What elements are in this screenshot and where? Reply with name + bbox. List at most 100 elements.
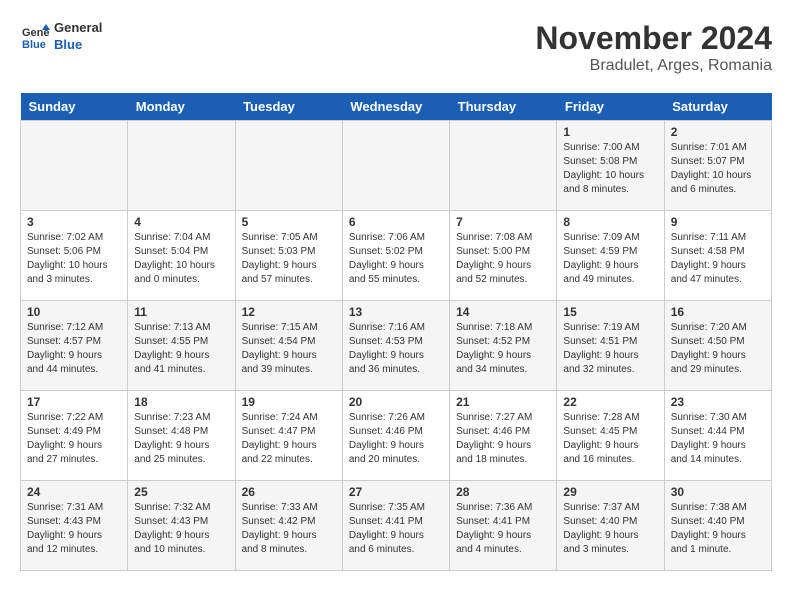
day-number: 14 — [456, 305, 550, 319]
day-number: 29 — [563, 485, 657, 499]
day-number: 17 — [27, 395, 121, 409]
calendar-cell — [342, 121, 449, 211]
calendar-cell: 25 Sunrise: 7:32 AM Sunset: 4:43 PM Dayli… — [128, 481, 235, 571]
calendar-cell: 18 Sunrise: 7:23 AM Sunset: 4:48 PM Dayli… — [128, 391, 235, 481]
day-info: Sunrise: 7:37 AM Sunset: 4:40 PM Dayligh… — [563, 501, 657, 557]
day-info: Sunrise: 7:22 AM Sunset: 4:49 PM Dayligh… — [27, 411, 121, 467]
header-day-sunday: Sunday — [21, 93, 128, 121]
day-info: Sunrise: 7:06 AM Sunset: 5:02 PM Dayligh… — [349, 231, 443, 287]
calendar-cell: 23 Sunrise: 7:30 AM Sunset: 4:44 PM Dayli… — [664, 391, 771, 481]
calendar-cell: 8 Sunrise: 7:09 AM Sunset: 4:59 PM Daylig… — [557, 211, 664, 301]
day-info: Sunrise: 7:26 AM Sunset: 4:46 PM Dayligh… — [349, 411, 443, 467]
day-number: 2 — [671, 125, 765, 139]
day-info: Sunrise: 7:27 AM Sunset: 4:46 PM Dayligh… — [456, 411, 550, 467]
day-number: 25 — [134, 485, 228, 499]
day-info: Sunrise: 7:24 AM Sunset: 4:47 PM Dayligh… — [242, 411, 336, 467]
day-info: Sunrise: 7:11 AM Sunset: 4:58 PM Dayligh… — [671, 231, 765, 287]
day-number: 3 — [27, 215, 121, 229]
week-row-1: 3Sunrise: 7:02 AM Sunset: 5:06 PM Daylig… — [21, 211, 772, 301]
day-number: 1 — [563, 125, 657, 139]
day-number: 27 — [349, 485, 443, 499]
day-info: Sunrise: 7:38 AM Sunset: 4:40 PM Dayligh… — [671, 501, 765, 557]
day-number: 26 — [242, 485, 336, 499]
calendar-cell: 3Sunrise: 7:02 AM Sunset: 5:06 PM Daylig… — [21, 211, 128, 301]
week-row-2: 10 Sunrise: 7:12 AM Sunset: 4:57 PM Dayli… — [21, 301, 772, 391]
day-info: Sunrise: 7:18 AM Sunset: 4:52 PM Dayligh… — [456, 321, 550, 377]
calendar-cell: 13 Sunrise: 7:16 AM Sunset: 4:53 PM Dayli… — [342, 301, 449, 391]
day-number: 18 — [134, 395, 228, 409]
calendar-cell: 26Sunrise: 7:33 AM Sunset: 4:42 PM Dayli… — [235, 481, 342, 571]
week-row-3: 17 Sunrise: 7:22 AM Sunset: 4:49 PM Dayli… — [21, 391, 772, 481]
calendar-cell: 4 Sunrise: 7:04 AM Sunset: 5:04 PM Daylig… — [128, 211, 235, 301]
day-info: Sunrise: 7:16 AM Sunset: 4:53 PM Dayligh… — [349, 321, 443, 377]
calendar-cell: 20 Sunrise: 7:26 AM Sunset: 4:46 PM Dayli… — [342, 391, 449, 481]
week-row-0: 1Sunrise: 7:00 AM Sunset: 5:08 PM Daylig… — [21, 121, 772, 211]
day-number: 5 — [242, 215, 336, 229]
day-info: Sunrise: 7:23 AM Sunset: 4:48 PM Dayligh… — [134, 411, 228, 467]
calendar-cell: 2Sunrise: 7:01 AM Sunset: 5:07 PM Daylig… — [664, 121, 771, 211]
day-number: 8 — [563, 215, 657, 229]
calendar-cell: 19 Sunrise: 7:24 AM Sunset: 4:47 PM Dayli… — [235, 391, 342, 481]
day-number: 11 — [134, 305, 228, 319]
day-number: 13 — [349, 305, 443, 319]
day-number: 21 — [456, 395, 550, 409]
day-number: 7 — [456, 215, 550, 229]
calendar-cell — [21, 121, 128, 211]
day-info: Sunrise: 7:12 AM Sunset: 4:57 PM Dayligh… — [27, 321, 121, 377]
header-row: SundayMondayTuesdayWednesdayThursdayFrid… — [21, 93, 772, 121]
day-info: Sunrise: 7:36 AM Sunset: 4:41 PM Dayligh… — [456, 501, 550, 557]
day-number: 23 — [671, 395, 765, 409]
calendar-cell: 24Sunrise: 7:31 AM Sunset: 4:43 PM Dayli… — [21, 481, 128, 571]
calendar-cell: 12Sunrise: 7:15 AM Sunset: 4:54 PM Dayli… — [235, 301, 342, 391]
day-info: Sunrise: 7:19 AM Sunset: 4:51 PM Dayligh… — [563, 321, 657, 377]
day-number: 28 — [456, 485, 550, 499]
header-day-saturday: Saturday — [664, 93, 771, 121]
calendar-cell: 27Sunrise: 7:35 AM Sunset: 4:41 PM Dayli… — [342, 481, 449, 571]
logo-line1: General — [54, 20, 102, 35]
calendar-cell: 14 Sunrise: 7:18 AM Sunset: 4:52 PM Dayli… — [450, 301, 557, 391]
calendar-cell: 30 Sunrise: 7:38 AM Sunset: 4:40 PM Dayli… — [664, 481, 771, 571]
day-info: Sunrise: 7:30 AM Sunset: 4:44 PM Dayligh… — [671, 411, 765, 467]
calendar-cell — [450, 121, 557, 211]
day-number: 15 — [563, 305, 657, 319]
logo-icon: General Blue — [20, 22, 50, 52]
calendar-cell: 9 Sunrise: 7:11 AM Sunset: 4:58 PM Daylig… — [664, 211, 771, 301]
day-number: 16 — [671, 305, 765, 319]
logo: General Blue General Blue — [20, 20, 102, 54]
header-day-thursday: Thursday — [450, 93, 557, 121]
calendar-cell: 29 Sunrise: 7:37 AM Sunset: 4:40 PM Dayli… — [557, 481, 664, 571]
calendar-cell: 17 Sunrise: 7:22 AM Sunset: 4:49 PM Dayli… — [21, 391, 128, 481]
calendar-cell: 11Sunrise: 7:13 AM Sunset: 4:55 PM Dayli… — [128, 301, 235, 391]
day-info: Sunrise: 7:15 AM Sunset: 4:54 PM Dayligh… — [242, 321, 336, 377]
calendar-cell: 22 Sunrise: 7:28 AM Sunset: 4:45 PM Dayli… — [557, 391, 664, 481]
calendar-cell: 1Sunrise: 7:00 AM Sunset: 5:08 PM Daylig… — [557, 121, 664, 211]
day-info: Sunrise: 7:28 AM Sunset: 4:45 PM Dayligh… — [563, 411, 657, 467]
week-row-4: 24Sunrise: 7:31 AM Sunset: 4:43 PM Dayli… — [21, 481, 772, 571]
day-number: 22 — [563, 395, 657, 409]
calendar-cell: 21 Sunrise: 7:27 AM Sunset: 4:46 PM Dayli… — [450, 391, 557, 481]
day-number: 9 — [671, 215, 765, 229]
calendar-table: SundayMondayTuesdayWednesdayThursdayFrid… — [20, 93, 772, 571]
calendar-cell: 5 Sunrise: 7:05 AM Sunset: 5:03 PM Daylig… — [235, 211, 342, 301]
day-info: Sunrise: 7:08 AM Sunset: 5:00 PM Dayligh… — [456, 231, 550, 287]
header-day-monday: Monday — [128, 93, 235, 121]
day-number: 6 — [349, 215, 443, 229]
day-number: 4 — [134, 215, 228, 229]
calendar-cell: 28 Sunrise: 7:36 AM Sunset: 4:41 PM Dayli… — [450, 481, 557, 571]
day-info: Sunrise: 7:20 AM Sunset: 4:50 PM Dayligh… — [671, 321, 765, 377]
calendar-cell: 15 Sunrise: 7:19 AM Sunset: 4:51 PM Dayli… — [557, 301, 664, 391]
day-info: Sunrise: 7:32 AM Sunset: 4:43 PM Dayligh… — [134, 501, 228, 557]
header-day-tuesday: Tuesday — [235, 93, 342, 121]
calendar-cell: 16 Sunrise: 7:20 AM Sunset: 4:50 PM Dayli… — [664, 301, 771, 391]
logo-line2: Blue — [54, 37, 82, 52]
day-number: 30 — [671, 485, 765, 499]
day-number: 20 — [349, 395, 443, 409]
day-info: Sunrise: 7:09 AM Sunset: 4:59 PM Dayligh… — [563, 231, 657, 287]
day-info: Sunrise: 7:05 AM Sunset: 5:03 PM Dayligh… — [242, 231, 336, 287]
title-section: November 2024 Bradulet, Arges, Romania — [535, 20, 772, 75]
header-day-friday: Friday — [557, 93, 664, 121]
day-number: 10 — [27, 305, 121, 319]
day-info: Sunrise: 7:04 AM Sunset: 5:04 PM Dayligh… — [134, 231, 228, 287]
day-number: 19 — [242, 395, 336, 409]
sub-title: Bradulet, Arges, Romania — [535, 57, 772, 75]
